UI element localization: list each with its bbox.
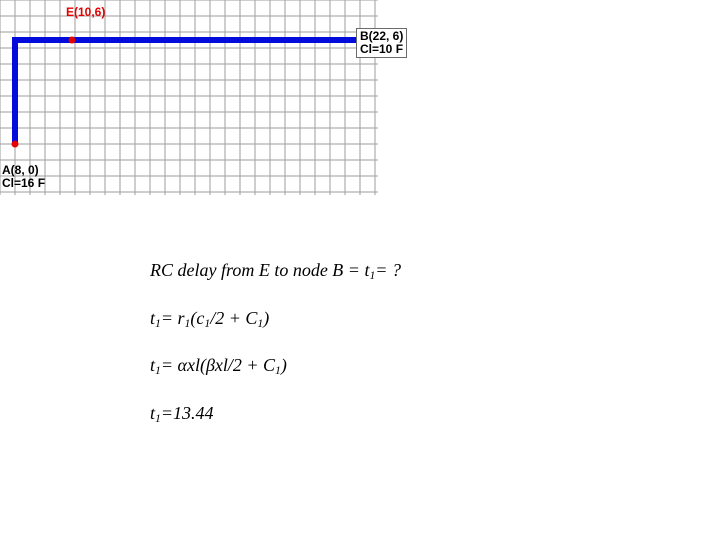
- eq-2: t1= αxl(βxl/2 + C1): [150, 355, 670, 377]
- label-a-line1: A(8, 0): [2, 163, 39, 177]
- eq-question: RC delay from E to node B = t1= ?: [150, 260, 670, 282]
- label-b: B(22, 6) Cl=10 F: [356, 28, 407, 58]
- label-e-text: E(10,6): [66, 5, 105, 19]
- grid-svg: [0, 0, 378, 195]
- label-b-line1: B(22, 6): [360, 29, 403, 43]
- marker-e: [69, 37, 76, 44]
- eq-1: t1= r1(c1/2 + C1): [150, 308, 670, 330]
- label-b-line2: Cl=10 F: [360, 42, 403, 56]
- marker-a: [12, 141, 19, 148]
- eq-3: t1=13.44: [150, 403, 670, 425]
- label-a: A(8, 0) Cl=16 F: [2, 164, 45, 190]
- label-e: E(10,6): [66, 6, 105, 19]
- grid-plot: [0, 0, 378, 195]
- slide: E(10,6) B(22, 6) Cl=10 F A(8, 0) Cl=16 F…: [0, 0, 720, 540]
- label-a-line2: Cl=16 F: [2, 176, 45, 190]
- equations-block: RC delay from E to node B = t1= ? t1= r1…: [150, 260, 670, 450]
